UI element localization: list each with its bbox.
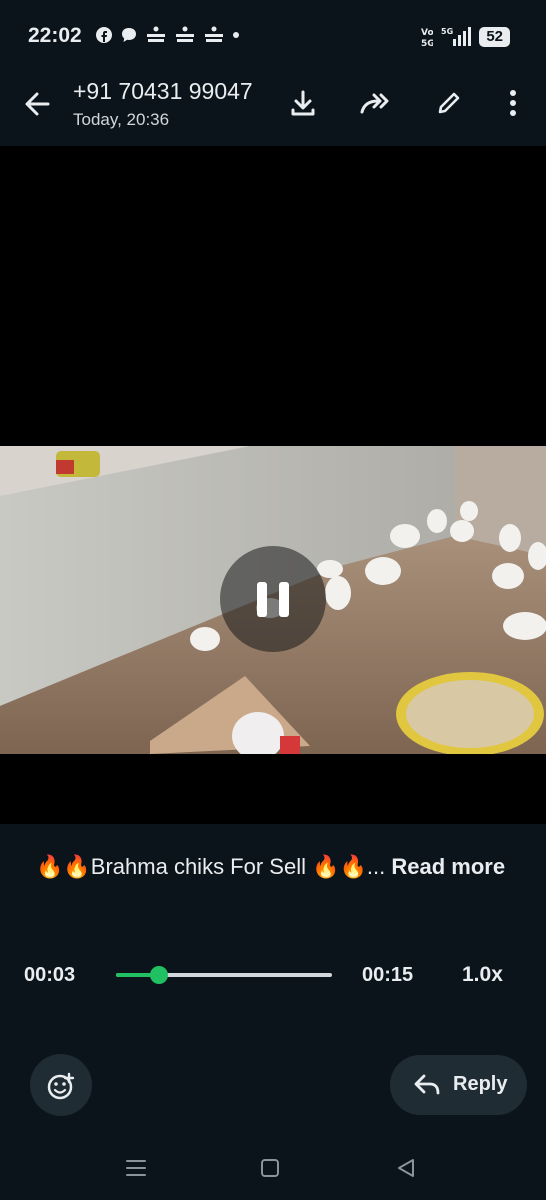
video-player[interactable] xyxy=(0,146,546,824)
home-icon[interactable] xyxy=(258,1156,282,1180)
message-bubble-icon xyxy=(122,28,136,42)
status-notification-icons xyxy=(96,26,239,44)
status-system-icons: Vo 5G 5G 52 xyxy=(421,26,510,48)
emoji-add-icon xyxy=(47,1072,75,1100)
volte-icon: Vo 5G xyxy=(421,28,433,48)
more-icon[interactable] xyxy=(496,86,530,120)
signal-icon: 5G xyxy=(441,27,472,46)
notification-icon xyxy=(176,26,194,42)
contact-name[interactable]: +91 70431 99047 xyxy=(73,78,253,105)
reply-label: Reply xyxy=(453,1073,508,1095)
viewer-header: +91 70431 99047 Today, 20:36 xyxy=(0,70,546,146)
reply-icon xyxy=(414,1074,440,1095)
status-bar: 22:02 Vo 5G 5G 52 xyxy=(0,0,546,70)
svg-text:5G: 5G xyxy=(441,27,453,36)
edit-icon[interactable] xyxy=(432,86,466,120)
caption-emoji-prefix: 🔥🔥 xyxy=(36,854,91,879)
read-more-link[interactable]: Read more xyxy=(391,854,505,879)
caption-text: Brahma chiks For Sell xyxy=(90,854,313,879)
playback-speed-button[interactable]: 1.0x xyxy=(462,963,503,987)
total-duration: 00:15 xyxy=(362,964,414,986)
caption-emoji-suffix: 🔥🔥 xyxy=(312,854,367,879)
back-nav-icon[interactable] xyxy=(394,1156,418,1180)
notification-icon xyxy=(147,26,165,42)
system-nav-bar xyxy=(0,1140,546,1200)
media-viewer-screen: 22:02 Vo 5G 5G 52 +91 70431 99047 Today,… xyxy=(0,0,546,1200)
current-time: 00:03 xyxy=(24,964,76,986)
recent-apps-icon[interactable] xyxy=(124,1156,148,1180)
notification-icon xyxy=(205,26,223,42)
seek-handle[interactable] xyxy=(150,966,169,984)
battery-indicator: 52 xyxy=(479,27,510,47)
video-frame[interactable] xyxy=(0,446,546,754)
facebook-icon xyxy=(96,27,112,43)
caption-ellipsis: ... xyxy=(366,854,392,879)
message-timestamp: Today, 20:36 xyxy=(73,110,170,129)
seek-bar[interactable] xyxy=(116,966,332,984)
download-icon[interactable] xyxy=(286,86,320,120)
media-caption: 🔥🔥Brahma chiks For Sell 🔥🔥... Read more xyxy=(36,850,506,883)
svg-text:5G: 5G xyxy=(421,39,433,48)
svg-text:Vo: Vo xyxy=(421,28,433,38)
dot-icon xyxy=(233,32,239,38)
status-time: 22:02 xyxy=(28,24,82,47)
reply-button[interactable]: Reply xyxy=(390,1055,527,1115)
forward-icon[interactable] xyxy=(358,86,392,120)
react-emoji-button[interactable] xyxy=(30,1054,92,1116)
back-arrow-icon[interactable] xyxy=(18,84,58,124)
